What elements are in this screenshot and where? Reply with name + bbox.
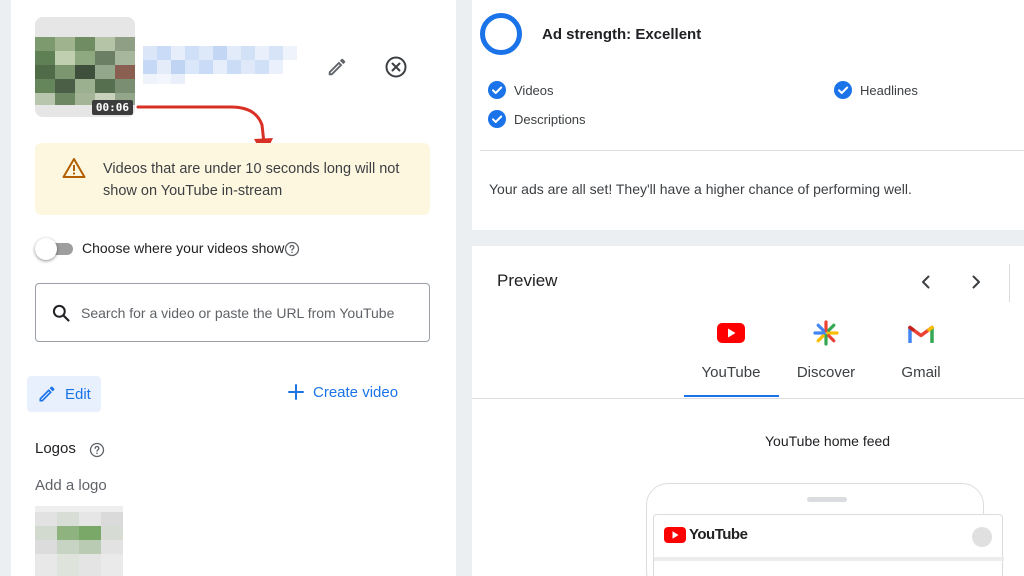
video-duration-badge: 00:06 <box>91 100 133 115</box>
chevron-left-icon <box>922 275 930 289</box>
discover-icon <box>813 320 839 346</box>
video-thumbnail[interactable]: 00:06 <box>35 17 135 117</box>
phone-speaker <box>807 497 847 502</box>
preview-feed-label: YouTube home feed <box>765 433 891 449</box>
ad-strength-ring <box>480 13 522 55</box>
logo-thumbnail[interactable] <box>35 506 123 576</box>
gmail-icon <box>908 325 934 343</box>
close-circle-icon <box>385 56 407 78</box>
youtube-wordmark: YouTube <box>689 526 748 543</box>
tab-gmail[interactable]: Gmail <box>873 316 969 398</box>
plus-icon <box>288 384 304 400</box>
tab-label: Gmail <box>901 364 941 381</box>
check-circle-icon <box>488 110 506 128</box>
check-label: Videos <box>514 82 554 98</box>
check-label: Descriptions <box>514 111 586 127</box>
pencil-icon <box>39 386 55 402</box>
preview-title: Preview <box>497 271 558 290</box>
avatar <box>972 527 992 547</box>
youtube-icon <box>717 323 745 343</box>
placement-toggle-label: Choose where your videos show <box>82 240 285 256</box>
check-item-headlines: Headlines <box>834 81 918 99</box>
video-title-redacted <box>143 46 297 84</box>
video-search-input[interactable] <box>81 296 421 330</box>
divider <box>472 398 1024 399</box>
short-video-warning: Videos that are under 10 seconds long wi… <box>35 143 430 215</box>
tab-discover[interactable]: Discover <box>778 316 874 398</box>
phone-mockup: YouTube <box>646 483 1004 576</box>
help-icon[interactable] <box>89 442 105 458</box>
tab-label: Discover <box>796 364 856 381</box>
preview-panel: Preview YouTube Discover Gmail YouTube h… <box>472 246 1024 576</box>
pencil-icon <box>328 58 346 76</box>
warning-text: Videos that are under 10 seconds long wi… <box>103 161 400 199</box>
edit-button-label: Edit <box>65 385 91 403</box>
search-icon <box>52 304 70 322</box>
ad-strength-title: Ad strength: Excellent <box>542 26 702 43</box>
check-item-descriptions: Descriptions <box>488 110 586 128</box>
phone-header-divider <box>654 557 1004 561</box>
phone-screen: YouTube <box>653 514 1004 576</box>
edit-video-button[interactable] <box>322 52 352 82</box>
asset-editor-panel: 00:06 Videos that are under 10 seconds l… <box>11 0 456 576</box>
create-video-button[interactable]: Create video <box>287 383 398 401</box>
remove-video-button[interactable] <box>381 52 411 82</box>
video-search-box <box>35 283 430 342</box>
edit-button[interactable]: Edit <box>27 376 101 412</box>
divider <box>480 150 1024 151</box>
logos-section-title: Logos <box>35 440 76 457</box>
toggle-knob <box>35 238 57 260</box>
preview-next-button[interactable] <box>964 270 988 294</box>
add-logo-link[interactable]: Add a logo <box>35 477 107 494</box>
tab-youtube[interactable]: YouTube <box>683 316 779 398</box>
warning-icon <box>62 158 86 178</box>
chevron-right-icon <box>972 275 980 289</box>
preview-prev-button[interactable] <box>914 270 938 294</box>
check-item-videos: Videos <box>488 81 554 99</box>
ad-strength-message: Your ads are all set! They'll have a hig… <box>489 181 912 197</box>
placement-toggle[interactable] <box>35 238 75 260</box>
help-icon[interactable] <box>284 241 300 257</box>
check-circle-icon <box>488 81 506 99</box>
selected-tab-indicator <box>684 395 779 397</box>
youtube-icon <box>664 526 686 543</box>
create-video-label: Create video <box>313 383 399 401</box>
ad-strength-panel: Ad strength: Excellent Videos Descriptio… <box>472 0 1024 230</box>
tab-label: YouTube <box>701 364 761 381</box>
check-label: Headlines <box>860 82 918 98</box>
youtube-logo: YouTube <box>664 526 748 543</box>
divider <box>1009 264 1010 302</box>
check-circle-icon <box>834 81 852 99</box>
